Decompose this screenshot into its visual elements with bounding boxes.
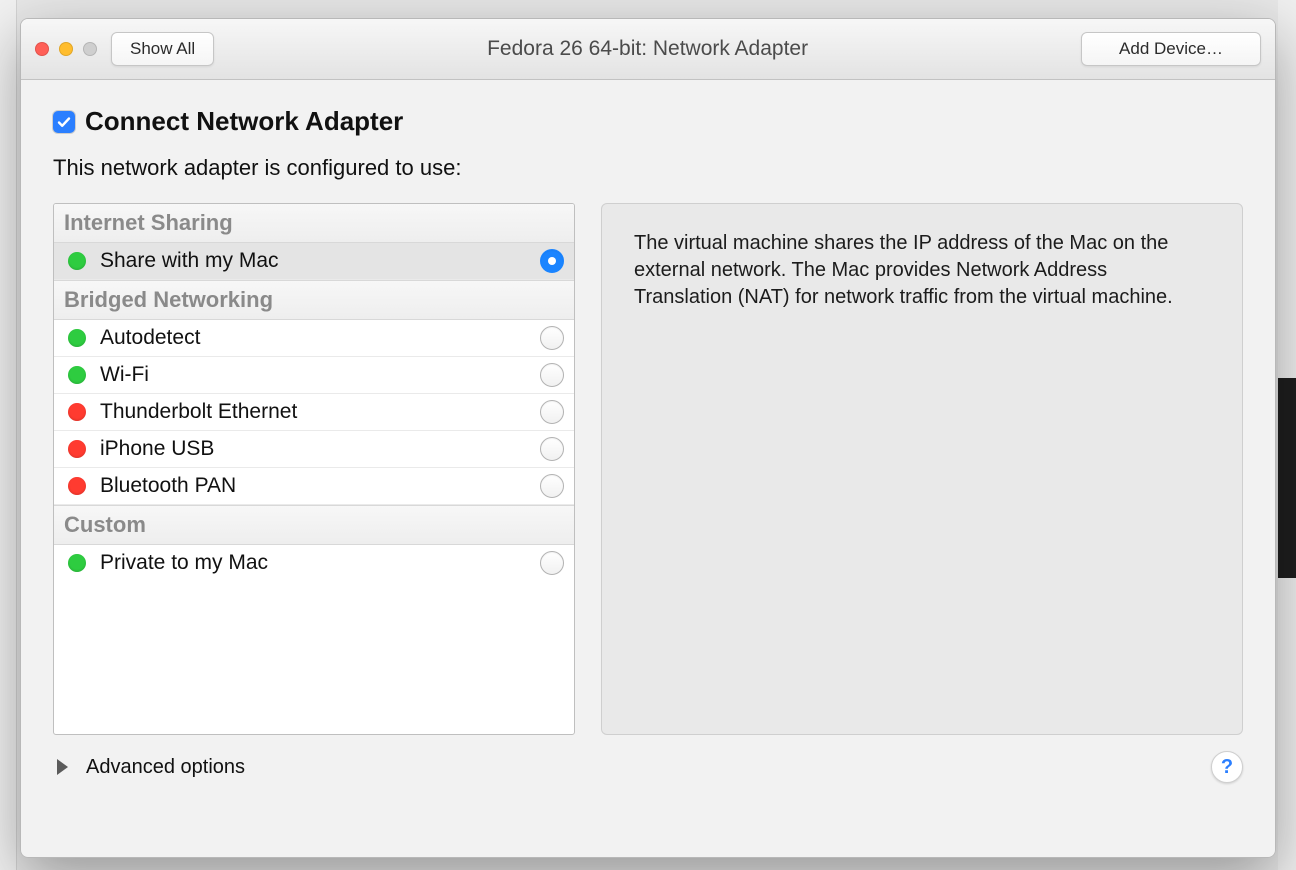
network-mode-row[interactable]: Bluetooth PAN bbox=[54, 468, 574, 505]
mode-description: The virtual machine shares the IP addres… bbox=[601, 203, 1243, 735]
network-mode-row[interactable]: Private to my Mac bbox=[54, 545, 574, 581]
status-dot-icon bbox=[68, 329, 86, 347]
network-mode-label: Private to my Mac bbox=[100, 551, 540, 575]
connect-adapter-label: Connect Network Adapter bbox=[85, 106, 403, 137]
window-title: Fedora 26 64-bit: Network Adapter bbox=[214, 37, 1081, 61]
status-dot-icon bbox=[68, 403, 86, 421]
network-mode-list: Internet Sharing Share with my Mac Bridged… bbox=[53, 203, 575, 735]
minimize-window-icon[interactable] bbox=[59, 42, 73, 56]
network-mode-radio[interactable] bbox=[540, 551, 564, 575]
network-mode-label: Thunderbolt Ethernet bbox=[100, 400, 540, 424]
show-all-button[interactable]: Show All bbox=[111, 32, 214, 66]
network-mode-radio[interactable] bbox=[540, 474, 564, 498]
add-device-button[interactable]: Add Device… bbox=[1081, 32, 1261, 66]
section-header: Custom bbox=[54, 505, 574, 545]
settings-sheet: Show All Fedora 26 64-bit: Network Adapt… bbox=[20, 18, 1276, 858]
network-mode-row[interactable]: Thunderbolt Ethernet bbox=[54, 394, 574, 431]
advanced-options-toggle[interactable]: Advanced options bbox=[86, 756, 245, 779]
status-dot-icon bbox=[68, 440, 86, 458]
section-header: Bridged Networking bbox=[54, 280, 574, 320]
status-dot-icon bbox=[68, 366, 86, 384]
network-mode-row[interactable]: Autodetect bbox=[54, 320, 574, 357]
network-mode-radio[interactable] bbox=[540, 437, 564, 461]
network-mode-row[interactable]: Wi-Fi bbox=[54, 357, 574, 394]
zoom-window-icon bbox=[83, 42, 97, 56]
close-window-icon[interactable] bbox=[35, 42, 49, 56]
help-button[interactable]: ? bbox=[1211, 751, 1243, 783]
status-dot-icon bbox=[68, 252, 86, 270]
connect-adapter-checkbox[interactable] bbox=[53, 111, 75, 133]
status-dot-icon bbox=[68, 554, 86, 572]
network-mode-radio[interactable] bbox=[540, 326, 564, 350]
network-mode-label: Bluetooth PAN bbox=[100, 474, 540, 498]
network-mode-label: iPhone USB bbox=[100, 437, 540, 461]
network-mode-row[interactable]: iPhone USB bbox=[54, 431, 574, 468]
network-mode-radio[interactable] bbox=[540, 400, 564, 424]
section-header: Internet Sharing bbox=[54, 204, 574, 243]
disclosure-triangle-icon[interactable] bbox=[57, 759, 68, 775]
config-subtitle: This network adapter is configured to us… bbox=[53, 155, 1243, 181]
titlebar: Show All Fedora 26 64-bit: Network Adapt… bbox=[21, 19, 1275, 80]
checkmark-icon bbox=[56, 114, 72, 130]
network-mode-label: Share with my Mac bbox=[100, 249, 540, 273]
network-mode-label: Wi-Fi bbox=[100, 363, 540, 387]
network-mode-label: Autodetect bbox=[100, 326, 540, 350]
status-dot-icon bbox=[68, 477, 86, 495]
window-controls bbox=[35, 42, 97, 56]
network-mode-radio[interactable] bbox=[540, 249, 564, 273]
network-mode-row[interactable]: Share with my Mac bbox=[54, 243, 574, 280]
network-mode-radio[interactable] bbox=[540, 363, 564, 387]
